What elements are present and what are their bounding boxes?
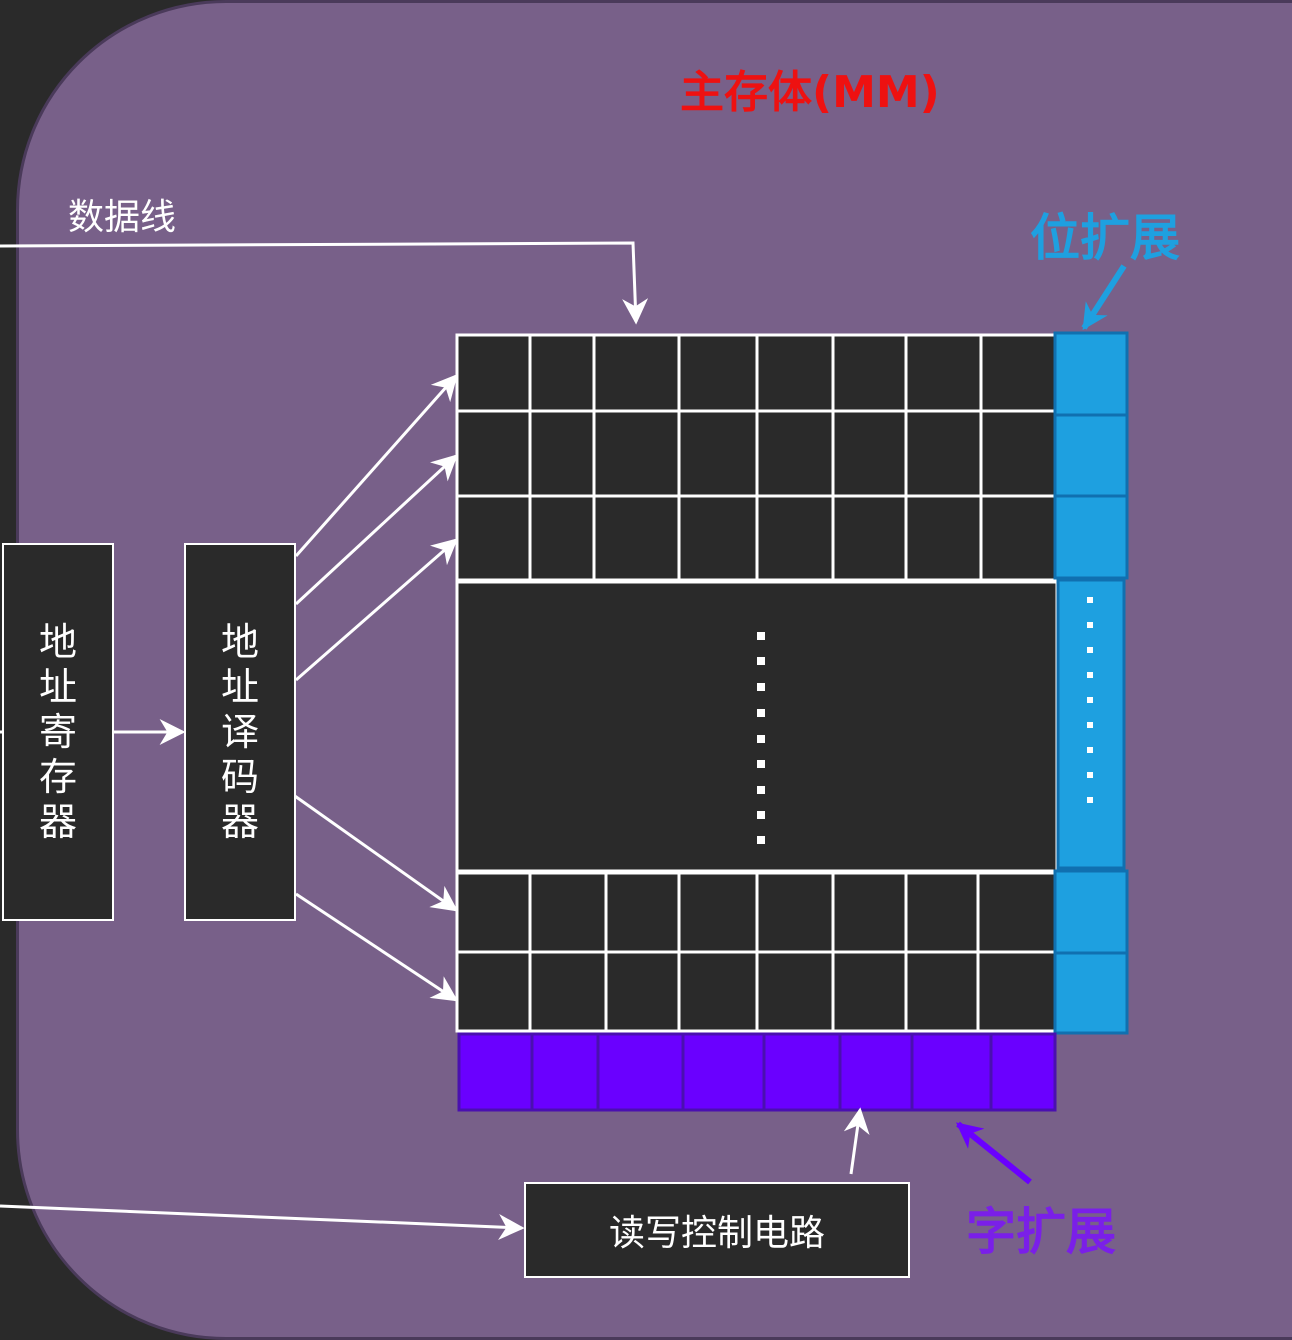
bit-expansion-dots: [1087, 597, 1093, 803]
rw-control-box: 读写控制电路: [524, 1182, 910, 1278]
bit-expansion-column: [1053, 331, 1129, 1035]
data-line-connector: [0, 241, 649, 325]
main-memory-title: 主存体(MM): [680, 67, 940, 118]
rw-control-label: 读写控制电路: [608, 1213, 825, 1254]
bit-expansion-pointer: [1081, 264, 1127, 331]
bit-expansion-label: 位扩展: [1030, 209, 1180, 267]
data-line-label: 数据线: [68, 197, 177, 238]
address-decoder-box: 地址译码器: [184, 543, 296, 921]
control-line-connector: [0, 1204, 525, 1241]
word-expansion-pointer: [955, 1121, 1032, 1185]
word-expansion-row: [457, 1032, 1057, 1112]
address-decoder-label: 地址译码器: [220, 619, 259, 844]
address-register-label: 地址寄存器: [38, 619, 77, 844]
memory-cells-bottom: [455, 871, 1057, 1033]
memory-cells-middle: [455, 580, 1059, 873]
address-register-box: 地址寄存器: [2, 543, 114, 921]
word-expansion-label: 字扩展: [966, 1203, 1116, 1261]
memory-cells-top: [455, 333, 1057, 582]
rw-to-memory-arrow: [843, 1107, 870, 1175]
decoder-word-line-arrows: [291, 374, 459, 1002]
